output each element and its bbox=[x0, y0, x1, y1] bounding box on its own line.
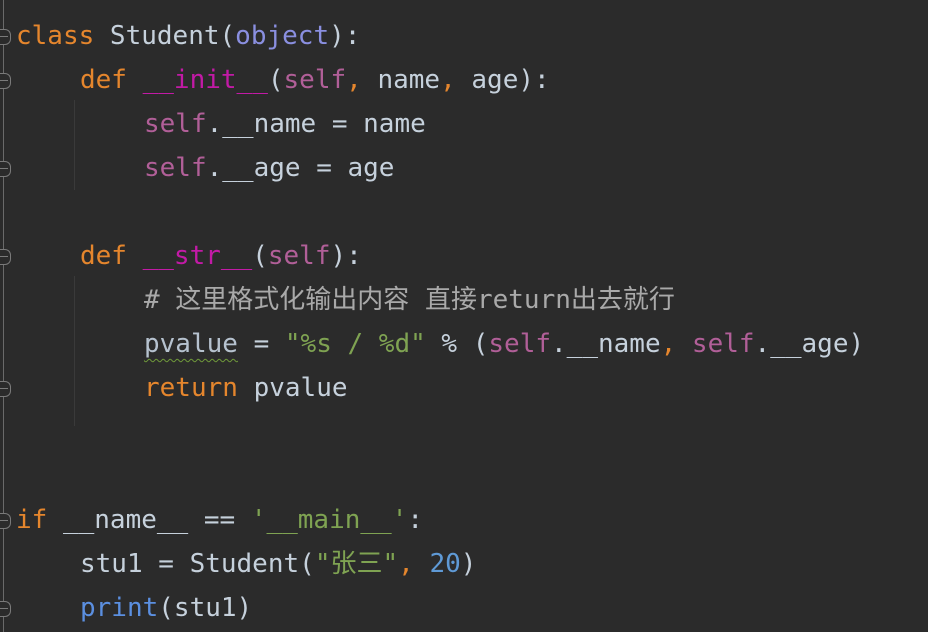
code-line[interactable]: def __str__(self): bbox=[80, 236, 362, 276]
code-token: # 这里格式化输出内容 直接return出去就行 bbox=[144, 285, 675, 315]
code-token: : bbox=[407, 505, 424, 535]
code-token: ): bbox=[329, 21, 361, 51]
code-token: object bbox=[235, 21, 330, 51]
code-token: "张三" bbox=[314, 549, 399, 579]
code-line[interactable]: # 这里格式化输出内容 直接return出去就行 bbox=[144, 280, 675, 320]
code-token: print bbox=[80, 593, 159, 623]
code-token: Student( bbox=[94, 21, 236, 51]
code-token: __name__ == bbox=[47, 505, 251, 535]
code-token: class bbox=[16, 21, 95, 51]
code-line[interactable]: def __init__(self, name, age): bbox=[80, 60, 550, 100]
fold-marker-str-icon[interactable] bbox=[0, 249, 11, 265]
code-line[interactable]: self.__name = name bbox=[144, 104, 426, 144]
code-token: , bbox=[398, 549, 414, 579]
code-token: .__age = age bbox=[206, 153, 395, 183]
code-line[interactable]: if __name__ == '__main__': bbox=[16, 500, 423, 540]
fold-marker-main-icon[interactable] bbox=[0, 513, 11, 529]
code-token: "%s / %d" bbox=[284, 329, 426, 359]
code-token: 20 bbox=[429, 549, 461, 579]
code-token: .__name bbox=[551, 329, 661, 359]
code-token: , bbox=[440, 65, 456, 95]
code-token: self bbox=[144, 153, 207, 183]
code-token: return bbox=[144, 373, 238, 403]
code-token: __init__ bbox=[142, 65, 268, 95]
code-token: .__name = name bbox=[206, 109, 426, 139]
code-token: name bbox=[361, 65, 441, 95]
code-token: age): bbox=[455, 65, 550, 95]
code-token: def bbox=[80, 241, 127, 271]
fold-marker-init-icon[interactable] bbox=[0, 73, 11, 89]
fold-marker-str-end-icon[interactable] bbox=[0, 381, 11, 397]
code-token: self bbox=[691, 329, 755, 359]
code-token: '__main__' bbox=[250, 505, 408, 535]
code-token: , bbox=[660, 329, 677, 359]
code-token: % ( bbox=[425, 329, 489, 359]
indent-guide bbox=[74, 100, 75, 190]
code-token: def bbox=[80, 65, 127, 95]
code-line[interactable]: return pvalue bbox=[144, 368, 348, 408]
code-token: stu1 = Student( bbox=[80, 549, 315, 579]
code-token: self bbox=[488, 329, 552, 359]
indent-guide bbox=[74, 276, 75, 426]
code-token: ) bbox=[460, 549, 477, 579]
fold-gutter bbox=[3, 0, 4, 632]
code-editor[interactable]: class Student(object): def __init__(self,… bbox=[0, 0, 928, 632]
code-token: .__age) bbox=[754, 329, 865, 359]
code-line[interactable]: print(stu1) bbox=[80, 588, 252, 628]
code-token: self bbox=[283, 65, 347, 95]
fold-marker-main-end-icon[interactable] bbox=[0, 601, 11, 617]
code-line[interactable]: stu1 = Student("张三", 20) bbox=[80, 544, 476, 584]
code-token: (stu1) bbox=[158, 593, 253, 623]
code-token: = bbox=[237, 329, 285, 359]
code-line[interactable]: self.__age = age bbox=[144, 148, 394, 188]
code-token: ): bbox=[330, 241, 362, 271]
code-line[interactable]: class Student(object): bbox=[16, 16, 360, 56]
code-token: pvalue bbox=[144, 329, 238, 359]
fold-marker-init-end-icon[interactable] bbox=[0, 161, 11, 177]
code-token: , bbox=[346, 65, 362, 95]
code-token: ( bbox=[267, 65, 284, 95]
code-token: if bbox=[16, 505, 48, 535]
fold-marker-class-icon[interactable] bbox=[0, 29, 11, 45]
code-token: self bbox=[144, 109, 207, 139]
code-token: ( bbox=[252, 241, 268, 271]
code-token: self bbox=[267, 241, 331, 271]
code-token: pvalue bbox=[237, 373, 348, 403]
code-line[interactable]: pvalue = "%s / %d" % (self.__name, self.… bbox=[144, 324, 864, 364]
code-token: __str__ bbox=[142, 241, 253, 271]
